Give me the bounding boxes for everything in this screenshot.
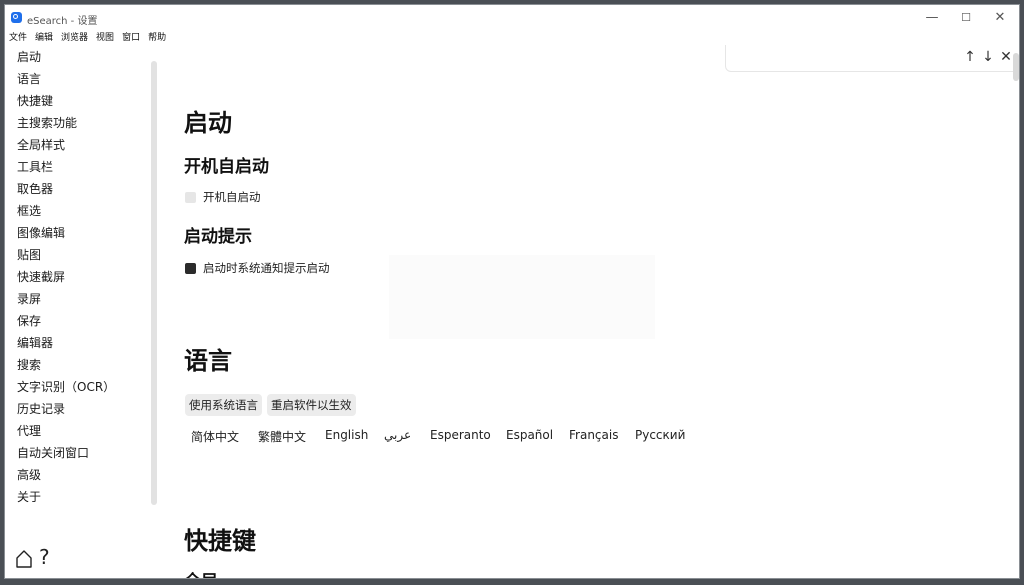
close-button[interactable]: ✕ (987, 9, 1013, 27)
language-option-fr[interactable]: Français (569, 428, 618, 442)
section-language-title: 语言 (184, 347, 232, 375)
content-scrollbar[interactable] (1013, 53, 1019, 81)
sidebar-item-main-search[interactable]: 主搜索功能 (17, 115, 77, 131)
sidebar-item-global-style[interactable]: 全局样式 (17, 137, 65, 153)
sidebar-item-save[interactable]: 保存 (17, 313, 41, 329)
language-option-eo[interactable]: Esperanto (430, 428, 491, 442)
sidebar-item-search[interactable]: 搜索 (17, 357, 41, 373)
sidebar-item-image-edit[interactable]: 图像编辑 (17, 225, 65, 241)
sidebar-item-editor[interactable]: 编辑器 (17, 335, 53, 351)
sidebar-item-ocr[interactable]: 文字识别（OCR） (17, 379, 115, 395)
language-option-ar[interactable]: عربي (384, 428, 411, 442)
menu-browser[interactable]: 浏览器 (57, 31, 92, 45)
title-bar: eSearch - 设置 — ☐ ✕ (5, 5, 1019, 31)
settings-window: eSearch - 设置 — ☐ ✕ 文件 编辑 浏览器 视图 窗口 帮助 启动… (4, 4, 1020, 579)
language-option-en[interactable]: English (325, 428, 368, 442)
sidebar-item-history[interactable]: 历史记录 (17, 401, 65, 417)
autostart-option[interactable]: 开机自启动 (185, 189, 261, 205)
minimize-button[interactable]: — (919, 9, 945, 27)
sidebar-item-selection[interactable]: 框选 (17, 203, 41, 219)
menu-edit[interactable]: 编辑 (31, 31, 57, 45)
settings-content: ↑ ↓ ✕ 启动 开机自启动 开机自启动 启动提示 启动时系统通知提示启动 语言… (157, 45, 1019, 578)
language-option-es[interactable]: Español (506, 428, 553, 442)
use-system-language-button[interactable]: 使用系统语言 (185, 394, 262, 416)
restart-to-apply-button[interactable]: 重启软件以生效 (267, 394, 356, 416)
autostart-label: 开机自启动 (203, 190, 261, 204)
sidebar-item-startup[interactable]: 启动 (17, 49, 41, 65)
menu-window[interactable]: 窗口 (118, 31, 144, 45)
find-close-button[interactable]: ✕ (998, 48, 1014, 66)
maximize-button[interactable]: ☐ (953, 9, 979, 27)
sidebar-item-auto-close[interactable]: 自动关闭窗口 (17, 445, 89, 461)
autostart-heading: 开机自启动 (184, 157, 269, 177)
help-icon[interactable]: ? (39, 547, 50, 567)
shortcuts-global-heading: 全局 (184, 567, 218, 578)
find-prev-button[interactable]: ↑ (962, 48, 978, 66)
faint-panel (389, 255, 655, 339)
app-icon (11, 12, 22, 23)
sidebar-item-toolbar[interactable]: 工具栏 (17, 159, 53, 175)
startup-hint-heading: 启动提示 (184, 227, 252, 247)
menu-bar: 文件 编辑 浏览器 视图 窗口 帮助 (5, 31, 170, 45)
language-option-ru[interactable]: Русский (635, 428, 685, 442)
sidebar-item-advanced[interactable]: 高级 (17, 467, 41, 483)
sidebar-item-quick-screenshot[interactable]: 快速截屏 (17, 269, 65, 285)
sidebar-item-color-picker[interactable]: 取色器 (17, 181, 53, 197)
settings-sidebar: 启动 语言 快捷键 主搜索功能 全局样式 工具栏 取色器 框选 图像编辑 贴图 … (5, 47, 157, 578)
window-title: eSearch - 设置 (27, 16, 98, 27)
sidebar-item-language[interactable]: 语言 (17, 71, 41, 87)
section-startup-title: 启动 (184, 109, 232, 137)
section-shortcuts-title: 快捷键 (184, 527, 256, 555)
language-option-zh-hans[interactable]: 简体中文 (191, 428, 239, 445)
sidebar-item-record[interactable]: 录屏 (17, 291, 41, 307)
menu-help[interactable]: 帮助 (144, 31, 170, 45)
menu-file[interactable]: 文件 (5, 31, 31, 45)
startup-hint-checkbox[interactable] (185, 262, 196, 274)
startup-hint-option[interactable]: 启动时系统通知提示启动 (185, 260, 330, 276)
sidebar-item-proxy[interactable]: 代理 (17, 423, 41, 439)
home-icon[interactable] (15, 549, 33, 569)
sidebar-item-pin[interactable]: 贴图 (17, 247, 41, 263)
sidebar-item-about[interactable]: 关于 (17, 489, 41, 505)
language-option-zh-hant[interactable]: 繁體中文 (258, 428, 306, 445)
find-bar: ↑ ↓ ✕ (725, 45, 1019, 72)
menu-view[interactable]: 视图 (92, 31, 118, 45)
startup-hint-label: 启动时系统通知提示启动 (203, 261, 330, 275)
autostart-checkbox[interactable] (185, 191, 196, 203)
find-next-button[interactable]: ↓ (980, 48, 996, 66)
sidebar-item-shortcuts[interactable]: 快捷键 (17, 93, 53, 109)
